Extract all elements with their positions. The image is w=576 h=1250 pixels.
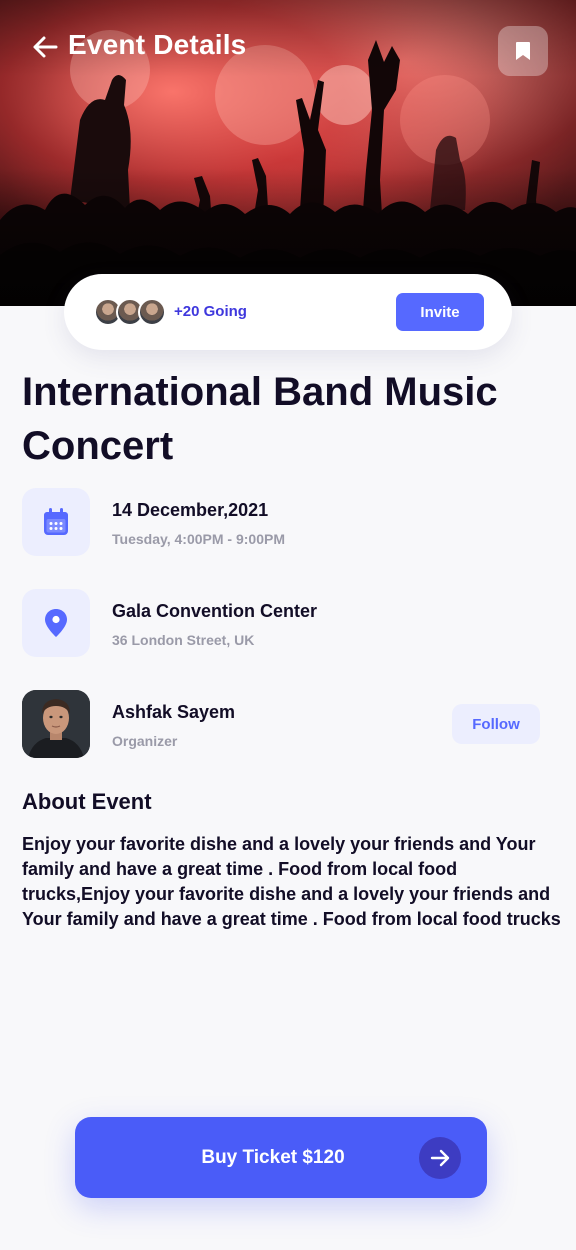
- avatar: [138, 298, 166, 326]
- location-icon-box: [22, 589, 90, 657]
- back-button[interactable]: [30, 32, 60, 62]
- location-pin-icon: [45, 609, 67, 637]
- bookmark-icon: [516, 42, 530, 60]
- invite-button[interactable]: Invite: [396, 293, 484, 331]
- buy-ticket-label: Buy Ticket $120: [201, 1146, 345, 1168]
- top-bar: Event Details: [0, 0, 576, 96]
- organizer-name: Ashfak Sayem: [112, 702, 236, 722]
- venue-name: Gala Convention Center: [112, 601, 318, 621]
- event-location-row: Gala Convention Center 36 London Street,…: [22, 589, 552, 657]
- event-title: International Band Music Concert: [22, 370, 498, 468]
- organizer-avatar[interactable]: [22, 690, 90, 758]
- event-date-row: 14 December,2021 Tuesday, 4:00PM - 9:00P…: [22, 488, 552, 556]
- arrow-right-icon-circle: [419, 1137, 461, 1179]
- calendar-icon-box: [22, 488, 90, 556]
- attendees-card: +20 Going Invite: [64, 274, 512, 350]
- buy-ticket-button[interactable]: Buy Ticket $120: [75, 1117, 487, 1198]
- follow-button[interactable]: Follow: [452, 704, 540, 744]
- arrow-left-icon: [33, 36, 58, 58]
- event-date: 14 December,2021: [112, 500, 269, 520]
- organizer-photo: [22, 690, 90, 758]
- venue-address: 36 London Street, UK: [112, 632, 255, 648]
- about-heading: About Event: [22, 789, 152, 814]
- organizer-role: Organizer: [112, 733, 178, 749]
- arrow-right-icon: [430, 1149, 450, 1167]
- event-time: Tuesday, 4:00PM - 9:00PM: [112, 531, 285, 547]
- attendee-avatars: [94, 298, 166, 326]
- bookmark-button[interactable]: [498, 26, 548, 76]
- about-description: Enjoy your favorite dishe and a lovely y…: [22, 834, 561, 929]
- calendar-icon: [44, 508, 68, 535]
- organizer-row: Ashfak Sayem Organizer Follow: [22, 690, 552, 758]
- page-title: Event Details: [68, 29, 247, 60]
- going-count: +20 Going: [174, 303, 247, 320]
